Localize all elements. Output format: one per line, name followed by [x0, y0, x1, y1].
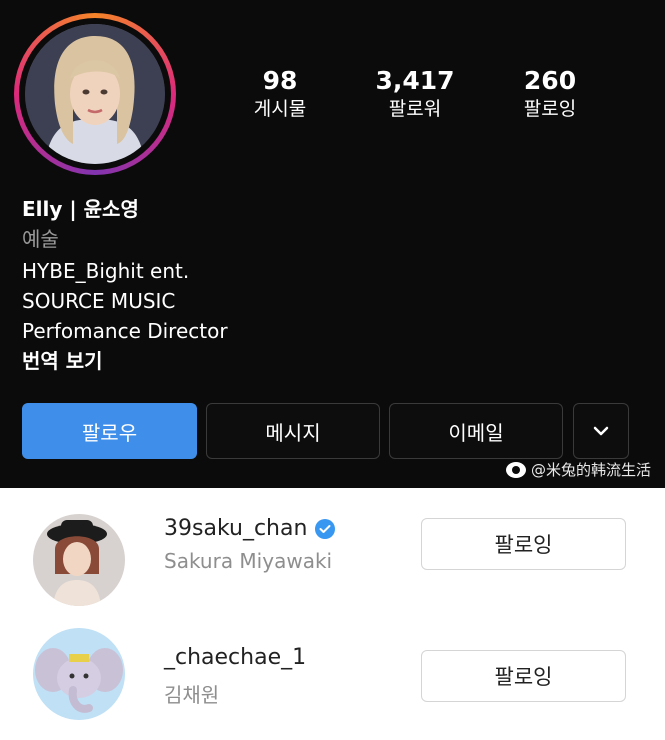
stat-following-value: 260 — [523, 66, 577, 95]
verified-badge-icon — [315, 518, 336, 539]
bio-line: HYBE_Bighit ent. — [22, 259, 190, 283]
see-translation-link[interactable]: 번역 보기 — [22, 346, 103, 376]
stat-followers[interactable]: 3,417 팔로워 — [355, 66, 475, 121]
stat-posts[interactable]: 98 게시물 — [220, 66, 340, 121]
profile-category: 예술 — [22, 227, 59, 251]
username-text: _chaechae_1 — [164, 645, 307, 670]
avatar[interactable] — [33, 514, 125, 606]
stat-followers-label: 팔로워 — [388, 98, 442, 120]
stat-posts-label: 게시물 — [253, 98, 307, 120]
watermark-text: @米兔的韩流生活 — [530, 461, 651, 479]
weibo-watermark: @米兔的韩流生活 — [505, 459, 651, 480]
username[interactable]: 39saku_chan — [164, 516, 336, 541]
email-button[interactable]: 이메일 — [389, 403, 563, 459]
full-name: 김채원 — [164, 683, 220, 707]
stat-following[interactable]: 260 팔로잉 — [490, 66, 610, 121]
avatar-frame — [19, 18, 171, 170]
dumbo-avatar-image — [33, 628, 125, 720]
weibo-icon — [505, 461, 526, 478]
profile-header: 98 게시물 3,417 팔로워 260 팔로잉 Elly | 윤소영 예술 H… — [0, 0, 665, 488]
profile-name: Elly | 윤소영 — [22, 197, 139, 221]
username[interactable]: _chaechae_1 — [164, 645, 306, 670]
profile-avatar-story-ring[interactable] — [14, 13, 176, 175]
username-text: 39saku_chan — [164, 516, 308, 541]
more-options-button[interactable] — [573, 403, 629, 459]
avatar-portrait — [25, 24, 165, 164]
follow-button[interactable]: 팔로우 — [22, 403, 197, 459]
avatar — [25, 24, 165, 164]
stat-followers-value: 3,417 — [375, 66, 455, 95]
chevron-down-icon — [593, 426, 609, 436]
following-button[interactable]: 팔로잉 — [421, 518, 626, 570]
message-button[interactable]: 메시지 — [206, 403, 380, 459]
following-button[interactable]: 팔로잉 — [421, 650, 626, 702]
stat-following-label: 팔로잉 — [523, 98, 577, 120]
avatar-portrait — [33, 514, 125, 606]
full-name: Sakura Miyawaki — [164, 549, 333, 573]
avatar[interactable] — [33, 628, 125, 720]
list-item[interactable]: _chaechae_1 김채원 팔로잉 — [0, 620, 665, 740]
bio-line: Perfomance Director — [22, 319, 228, 343]
list-item[interactable]: 39saku_chan Sakura Miyawaki 팔로잉 — [0, 500, 665, 620]
bio-line: SOURCE MUSIC — [22, 289, 176, 313]
stat-posts-value: 98 — [262, 66, 298, 95]
